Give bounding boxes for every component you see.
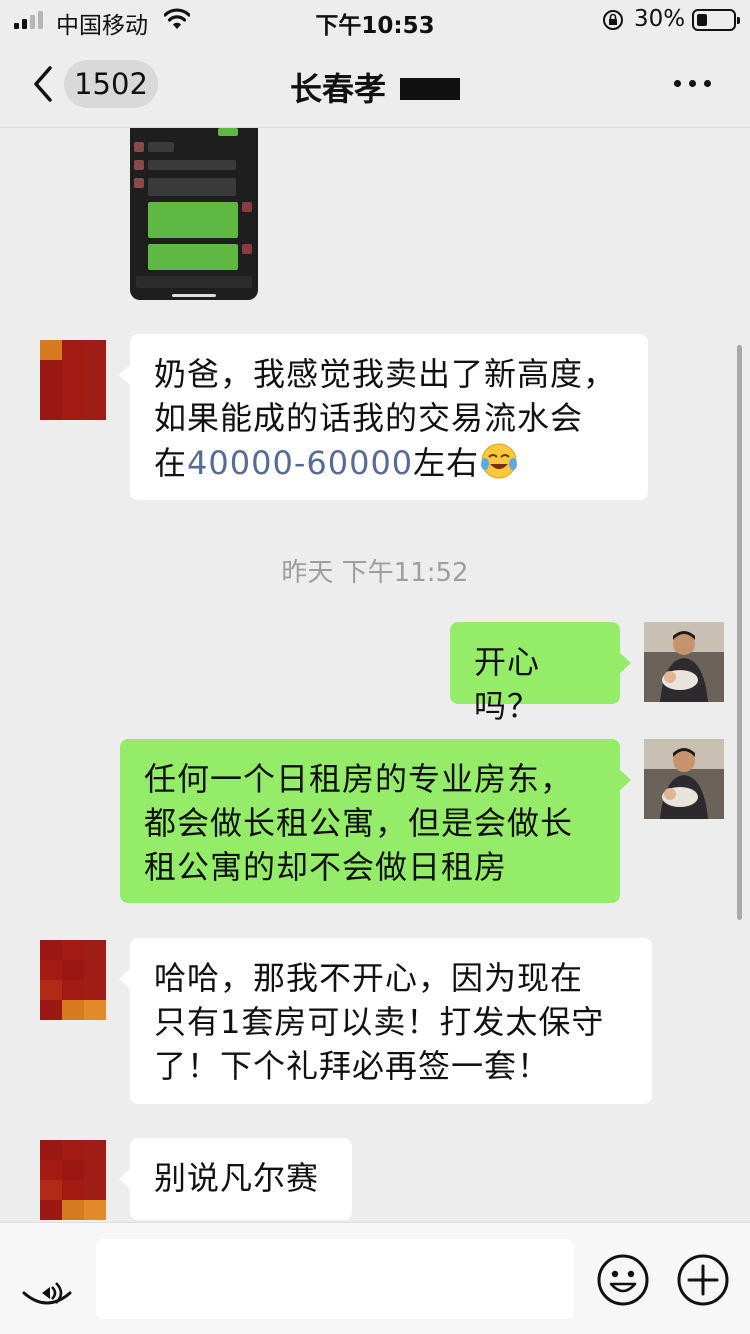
message-text: 只有1套房可以卖！打发太保守	[154, 1003, 605, 1041]
laughing-crying-emoji-icon	[479, 440, 519, 480]
plus-icon[interactable]	[676, 1253, 730, 1307]
phone-number-link[interactable]: 40000-60000	[187, 444, 413, 482]
message-text: 开心吗？	[474, 643, 541, 725]
back-chevron-icon[interactable]	[28, 64, 58, 104]
contact-avatar[interactable]	[40, 340, 106, 420]
my-avatar[interactable]	[644, 739, 724, 819]
emoji-icon[interactable]	[596, 1253, 650, 1307]
message-text: 奶爸，我感觉我卖出了新高度，	[154, 355, 617, 393]
message-bubble[interactable]: 任何一个日租房的专业房东， 都会做长租公寓，但是会做长 租公寓的却不会做日租房	[120, 739, 631, 903]
message-text: 任何一个日租房的专业房东，	[144, 760, 574, 798]
status-bar: 中国移动 下午10:53 30%	[0, 0, 750, 40]
redaction-bar	[400, 78, 460, 100]
message-bubble[interactable]: 别说凡尔赛	[119, 1138, 352, 1220]
message-text: 都会做长租公寓，但是会做长	[144, 804, 574, 842]
image-message-thumbnail[interactable]	[130, 128, 258, 300]
rotation-lock-icon	[603, 10, 623, 30]
input-bar	[0, 1222, 750, 1334]
message-text: 了！下个礼拜必再签一套！	[154, 1047, 551, 1085]
message-input[interactable]	[96, 1239, 574, 1319]
contact-avatar[interactable]	[40, 1140, 106, 1220]
voice-icon[interactable]	[20, 1253, 74, 1307]
message-bubble[interactable]: 哈哈，那我不开心，因为现在 只有1套房可以卖！打发太保守 了！下个礼拜必再签一套…	[119, 938, 652, 1104]
message-text: 如果能成的话我的交易流水会	[154, 399, 584, 437]
message-bubble[interactable]: 奶爸，我感觉我卖出了新高度， 如果能成的话我的交易流水会 在40000-6000…	[119, 334, 648, 500]
contact-avatar[interactable]	[40, 940, 106, 1020]
message-text: 租公寓的却不会做日租房	[144, 848, 508, 886]
message-text: 别说凡尔赛	[154, 1159, 320, 1197]
scrollbar[interactable]	[737, 345, 742, 920]
message-bubble[interactable]: 开心吗？	[450, 622, 631, 725]
chat-title: 长春孝	[290, 70, 387, 108]
unread-count-badge[interactable]: 1502	[64, 60, 158, 108]
battery-percent: 30%	[634, 6, 686, 32]
message-text: 哈哈，那我不开心，因为现在	[154, 959, 584, 997]
chat-header: 1502 长春孝	[0, 40, 750, 128]
message-text: 在40000-60000左右	[154, 440, 624, 485]
more-icon[interactable]	[674, 80, 711, 87]
timestamp-divider: 昨天 下午11:52	[281, 558, 469, 588]
battery-icon	[692, 9, 740, 31]
my-avatar[interactable]	[644, 622, 724, 702]
